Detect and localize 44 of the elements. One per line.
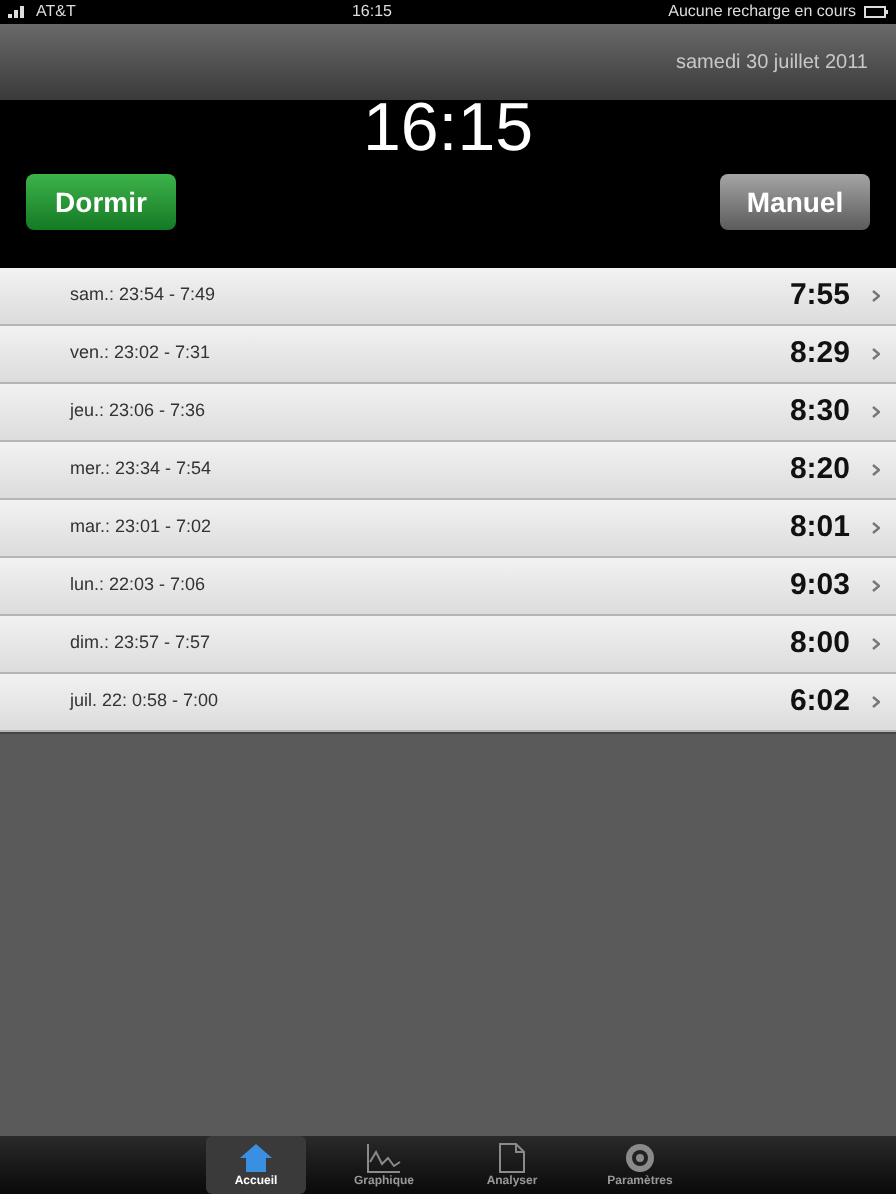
signal-icon: [8, 6, 28, 18]
night-times: mer.: 23:34 - 7:54: [70, 456, 214, 483]
chevron-icon: [872, 696, 880, 708]
night-row[interactable]: dim.: 23:57 - 7:57 8:00: [0, 616, 896, 674]
carrier-text: AT&T: [8, 0, 76, 24]
night-row[interactable]: juil. 22: 0:58 - 7:00 6:02: [0, 674, 896, 732]
night-times: sam.: 23:54 - 7:49: [70, 282, 218, 309]
date-text: samedi 30 juillet 2011: [676, 49, 868, 77]
night-times: dim.: 23:57 - 7:57: [70, 630, 213, 657]
night-times: ven.: 23:02 - 7:31: [70, 340, 213, 367]
sleep-duration: 8:30: [789, 391, 850, 432]
chevron-icon: [872, 406, 880, 418]
night-row[interactable]: sam.: 23:54 - 7:49 7:55: [0, 268, 896, 326]
sleep-duration: 8:00: [789, 623, 850, 664]
sleep-duration: 8:01: [789, 507, 850, 548]
chevron-icon: [872, 348, 880, 360]
night-times: juil. 22: 0:58 - 7:00: [70, 688, 221, 715]
night-times: lun.: 22:03 - 7:06: [70, 572, 208, 599]
sleep-duration: 9:03: [789, 565, 850, 606]
chevron-icon: [872, 464, 880, 476]
status-time: 16:15: [351, 0, 393, 24]
night-times: mar.: 23:01 - 7:02: [70, 514, 214, 541]
sleep-duration: 6:02: [789, 681, 850, 722]
night-row[interactable]: mar.: 23:01 - 7:02 8:01: [0, 500, 896, 558]
chevron-icon: [872, 290, 880, 302]
home-icon: [238, 1141, 274, 1173]
sleep-duration: 7:55: [789, 275, 850, 316]
chevron-icon: [872, 522, 880, 534]
chevron-icon: [872, 580, 880, 592]
sleep-duration: 8:20: [789, 449, 850, 490]
clock-text: 16:15: [362, 94, 534, 162]
night-row[interactable]: mer.: 23:34 - 7:54 8:20: [0, 442, 896, 500]
night-row[interactable]: jeu.: 23:06 - 7:36 8:30: [0, 384, 896, 442]
night-row[interactable]: ven.: 23:02 - 7:31 8:29: [0, 326, 896, 384]
line-chart-icon: [366, 1141, 402, 1173]
battery-status-text: Aucune recharge en cours: [668, 0, 856, 24]
night-times: jeu.: 23:06 - 7:36: [70, 398, 208, 425]
sleep-button[interactable]: Dormir: [26, 174, 176, 230]
battery-icon: [863, 6, 888, 18]
manual-button[interactable]: Manuel: [720, 174, 870, 230]
sleep-duration: 8:29: [789, 333, 850, 374]
chevron-icon: [872, 638, 880, 650]
night-row[interactable]: lun.: 22:03 - 7:06 9:03: [0, 558, 896, 616]
document-icon: [498, 1141, 526, 1173]
